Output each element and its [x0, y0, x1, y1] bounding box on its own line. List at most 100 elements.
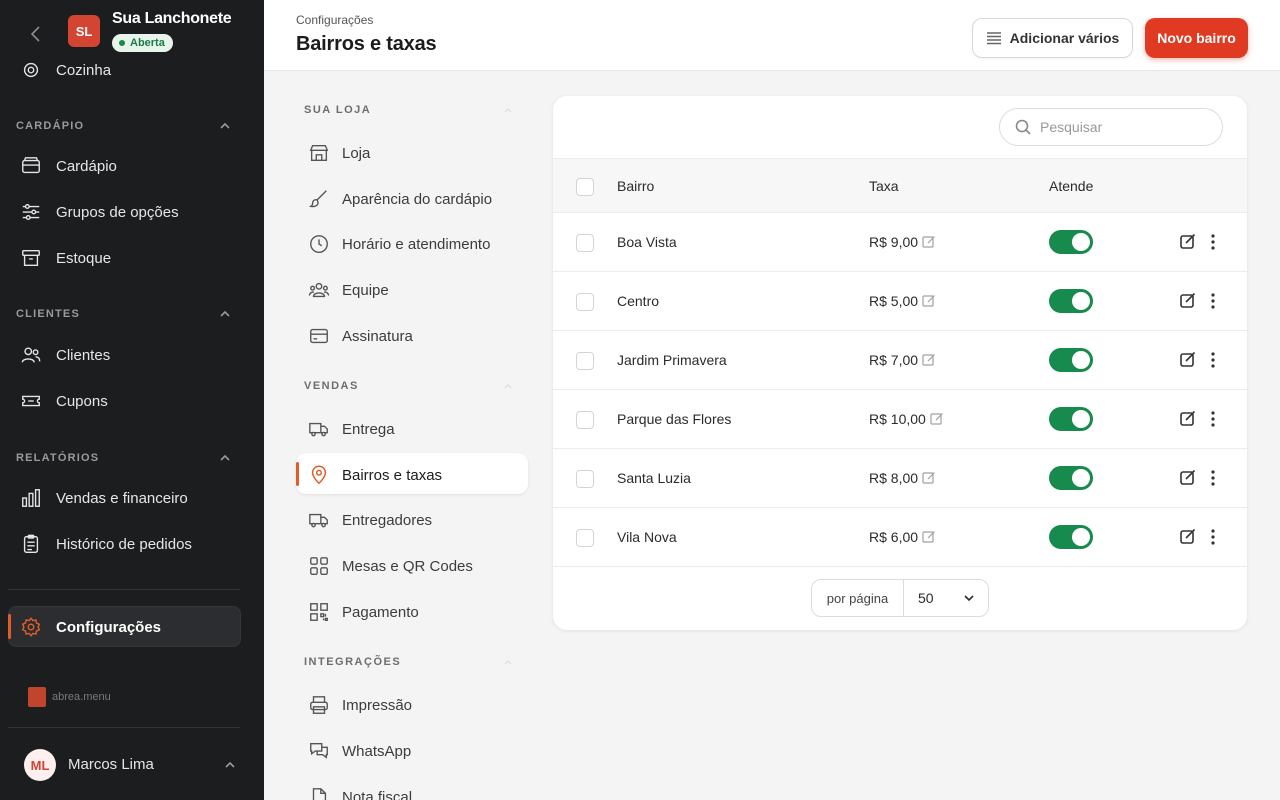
settings-item-horario[interactable]: Horário e atendimento: [308, 232, 490, 256]
section-title: CARDÁPIO: [16, 120, 85, 132]
edit-small-icon[interactable]: [922, 471, 936, 485]
settings-item-assinatura[interactable]: Assinatura: [308, 324, 413, 348]
serves-toggle[interactable]: [1049, 289, 1093, 313]
sidebar-item-clientes[interactable]: Clientes: [20, 343, 110, 367]
page-header: Configurações Bairros e taxas Adicionar …: [264, 0, 1280, 71]
edit-small-icon[interactable]: [922, 294, 936, 308]
row-checkbox[interactable]: [576, 352, 594, 370]
settings-item-impressao[interactable]: Impressão: [308, 693, 412, 717]
settings-item-nota-fiscal[interactable]: Nota fiscal: [308, 785, 412, 800]
row-checkbox[interactable]: [576, 234, 594, 252]
edit-small-icon[interactable]: [922, 530, 936, 544]
sidebar-item-estoque[interactable]: Estoque: [20, 246, 111, 270]
new-neighborhood-button[interactable]: Novo bairro: [1145, 18, 1248, 58]
edit-icon[interactable]: [1179, 292, 1197, 310]
settings-item-loja[interactable]: Loja: [308, 141, 370, 165]
settings-section-sua-loja: SUA LOJA: [304, 104, 514, 116]
section-relatorios[interactable]: RELATÓRIOS: [16, 451, 232, 465]
settings-item-pagamento[interactable]: Pagamento: [308, 600, 419, 624]
sidebar-item-cupons[interactable]: Cupons: [20, 389, 108, 413]
users-icon: [21, 347, 41, 363]
row-checkbox[interactable]: [576, 293, 594, 311]
edit-icon[interactable]: [1179, 351, 1197, 369]
settings-item-whatsapp[interactable]: WhatsApp: [308, 739, 411, 763]
more-vertical-icon[interactable]: [1205, 410, 1221, 428]
settings-item-entrega[interactable]: Entrega: [308, 417, 395, 441]
fee-cell[interactable]: R$ 10,00: [869, 411, 944, 427]
settings-item-label: Entregadores: [342, 511, 433, 529]
sidebar-item-cozinha[interactable]: Cozinha: [20, 58, 111, 82]
store-avatar[interactable]: SL: [68, 15, 100, 47]
row-checkbox[interactable]: [576, 411, 594, 429]
sidebar-item-configuracoes[interactable]: Configurações: [20, 615, 161, 639]
breadcrumb[interactable]: Configurações: [296, 13, 373, 27]
fee-cell[interactable]: R$ 5,00: [869, 293, 936, 309]
search-box[interactable]: [999, 108, 1223, 146]
settings-nav: SUA LOJA Loja Aparência do cardápio Horá…: [264, 71, 553, 800]
chevron-up-icon: [504, 660, 512, 665]
select-all-checkbox[interactable]: [576, 178, 594, 196]
clock-icon: [310, 235, 328, 253]
serves-toggle[interactable]: [1049, 348, 1093, 372]
column-header-atende[interactable]: Atende: [1049, 178, 1093, 194]
settings-item-label: Nota fiscal: [342, 788, 413, 800]
user-avatar[interactable]: ML: [24, 749, 56, 781]
sidebar-item-cardapio[interactable]: Cardápio: [20, 154, 117, 178]
settings-item-aparencia[interactable]: Aparência do cardápio: [308, 187, 492, 211]
settings-item-equipe[interactable]: Equipe: [308, 278, 389, 302]
row-checkbox[interactable]: [576, 529, 594, 547]
serves-toggle[interactable]: [1049, 466, 1093, 490]
more-vertical-icon[interactable]: [1205, 351, 1221, 369]
fee-cell[interactable]: R$ 6,00: [869, 529, 936, 545]
search-input[interactable]: [1040, 119, 1200, 135]
user-name[interactable]: Marcos Lima: [68, 756, 154, 773]
column-header-taxa[interactable]: Taxa: [869, 178, 899, 194]
settings-item-label: Pagamento: [342, 603, 419, 621]
neighborhood-name: Vila Nova: [617, 529, 677, 545]
fee-cell[interactable]: R$ 9,00: [869, 234, 936, 250]
edit-small-icon[interactable]: [922, 353, 936, 367]
serves-toggle[interactable]: [1049, 525, 1093, 549]
fee-value: R$ 8,00: [869, 470, 919, 486]
per-page-select[interactable]: 50: [904, 580, 988, 616]
more-vertical-icon[interactable]: [1205, 469, 1221, 487]
sidebar-item-vendas-e-financeiro[interactable]: Vendas e financeiro: [20, 486, 188, 510]
serves-toggle[interactable]: [1049, 230, 1093, 254]
row-checkbox[interactable]: [576, 470, 594, 488]
fee-cell[interactable]: R$ 7,00: [869, 352, 936, 368]
settings-section-integracoes: INTEGRAÇÕES: [304, 656, 514, 668]
sidebar-item-label: Configurações: [56, 618, 162, 636]
more-vertical-icon[interactable]: [1205, 528, 1221, 546]
chevron-up-icon[interactable]: [222, 757, 238, 773]
fee-cell[interactable]: R$ 8,00: [869, 470, 936, 486]
more-vertical-icon[interactable]: [1205, 233, 1221, 251]
section-cardapio[interactable]: CARDÁPIO: [16, 119, 232, 133]
settings-item-bairros-e-taxas[interactable]: Bairros e taxas: [308, 463, 442, 487]
serves-toggle[interactable]: [1049, 407, 1093, 431]
table-row: Boa Vista R$ 9,00: [553, 213, 1247, 272]
neighborhood-name: Parque das Flores: [617, 411, 732, 427]
section-clientes[interactable]: CLIENTES: [16, 307, 232, 321]
add-many-button[interactable]: Adicionar vários: [972, 18, 1133, 58]
chat-bubbles-icon: [310, 742, 328, 759]
settings-item-entregadores[interactable]: Entregadores: [308, 508, 432, 532]
chevron-left-icon[interactable]: [26, 22, 46, 46]
edit-icon[interactable]: [1179, 528, 1197, 546]
edit-icon[interactable]: [1179, 233, 1197, 251]
edit-icon[interactable]: [1179, 410, 1197, 428]
edit-small-icon[interactable]: [930, 412, 944, 426]
edit-icon[interactable]: [1179, 469, 1197, 487]
edit-small-icon[interactable]: [922, 235, 936, 249]
sliders-icon: [22, 203, 40, 221]
store-status-badge: Aberta: [112, 34, 173, 52]
column-header-bairro[interactable]: Bairro: [617, 178, 654, 194]
more-vertical-icon[interactable]: [1205, 292, 1221, 310]
sidebar-item-grupos-de-opcoes[interactable]: Grupos de opções: [20, 200, 179, 224]
neighborhood-name: Santa Luzia: [617, 470, 691, 486]
settings-item-label: Assinatura: [342, 327, 413, 345]
section-title: RELATÓRIOS: [16, 452, 100, 464]
settings-item-mesas-qr[interactable]: Mesas e QR Codes: [308, 554, 473, 578]
toggle-knob: [1072, 469, 1090, 487]
per-page-value: 50: [918, 590, 934, 606]
sidebar-item-historico-de-pedidos[interactable]: Histórico de pedidos: [20, 532, 192, 556]
